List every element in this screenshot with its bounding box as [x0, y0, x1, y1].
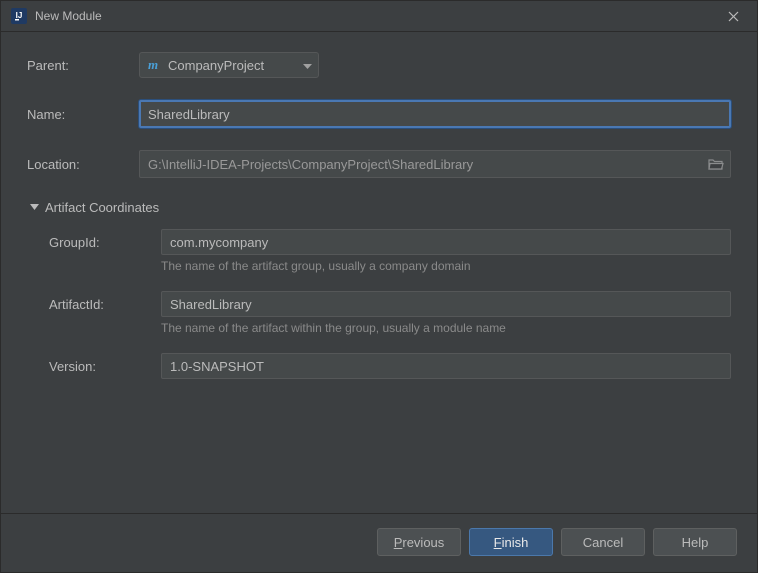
artifact-coordinates-label: Artifact Coordinates — [45, 200, 159, 215]
intellij-icon: IJ — [11, 8, 27, 24]
close-icon — [728, 11, 739, 22]
browse-folder-button[interactable] — [708, 157, 724, 171]
artifactid-label: ArtifactId: — [27, 297, 161, 312]
dialog-content: Parent: m CompanyProject Name: L — [1, 32, 757, 513]
maven-icon: m — [146, 57, 162, 73]
version-label: Version: — [27, 359, 161, 374]
titlebar: IJ New Module — [1, 1, 757, 32]
artifactid-input[interactable] — [161, 291, 731, 317]
groupid-label: GroupId: — [27, 235, 161, 250]
parent-label: Parent: — [27, 58, 139, 73]
triangle-down-icon — [27, 204, 41, 211]
folder-open-icon — [708, 157, 724, 171]
close-button[interactable] — [719, 2, 747, 30]
parent-combobox[interactable]: m CompanyProject — [139, 52, 319, 78]
new-module-dialog: IJ New Module Parent: m CompanyProject — [0, 0, 758, 573]
parent-value: CompanyProject — [168, 58, 283, 73]
location-value: G:\IntelliJ-IDEA-Projects\CompanyProject… — [148, 157, 708, 172]
help-button[interactable]: Help — [653, 528, 737, 556]
window-title: New Module — [35, 9, 719, 23]
name-input[interactable] — [139, 100, 731, 128]
previous-button[interactable]: Previous — [377, 528, 461, 556]
svg-text:IJ: IJ — [16, 11, 23, 20]
finish-button[interactable]: Finish — [469, 528, 553, 556]
chevron-down-icon — [303, 58, 312, 73]
location-field[interactable]: G:\IntelliJ-IDEA-Projects\CompanyProject… — [139, 150, 731, 178]
svg-text:m: m — [148, 57, 158, 72]
artifactid-hint: The name of the artifact within the grou… — [27, 321, 731, 335]
name-label: Name: — [27, 107, 139, 122]
artifact-coordinates-toggle[interactable]: Artifact Coordinates — [27, 200, 731, 215]
groupid-input[interactable] — [161, 229, 731, 255]
location-label: Location: — [27, 157, 139, 172]
dialog-footer: Previous Finish Cancel Help — [1, 513, 757, 572]
cancel-button[interactable]: Cancel — [561, 528, 645, 556]
version-input[interactable] — [161, 353, 731, 379]
groupid-hint: The name of the artifact group, usually … — [27, 259, 731, 273]
